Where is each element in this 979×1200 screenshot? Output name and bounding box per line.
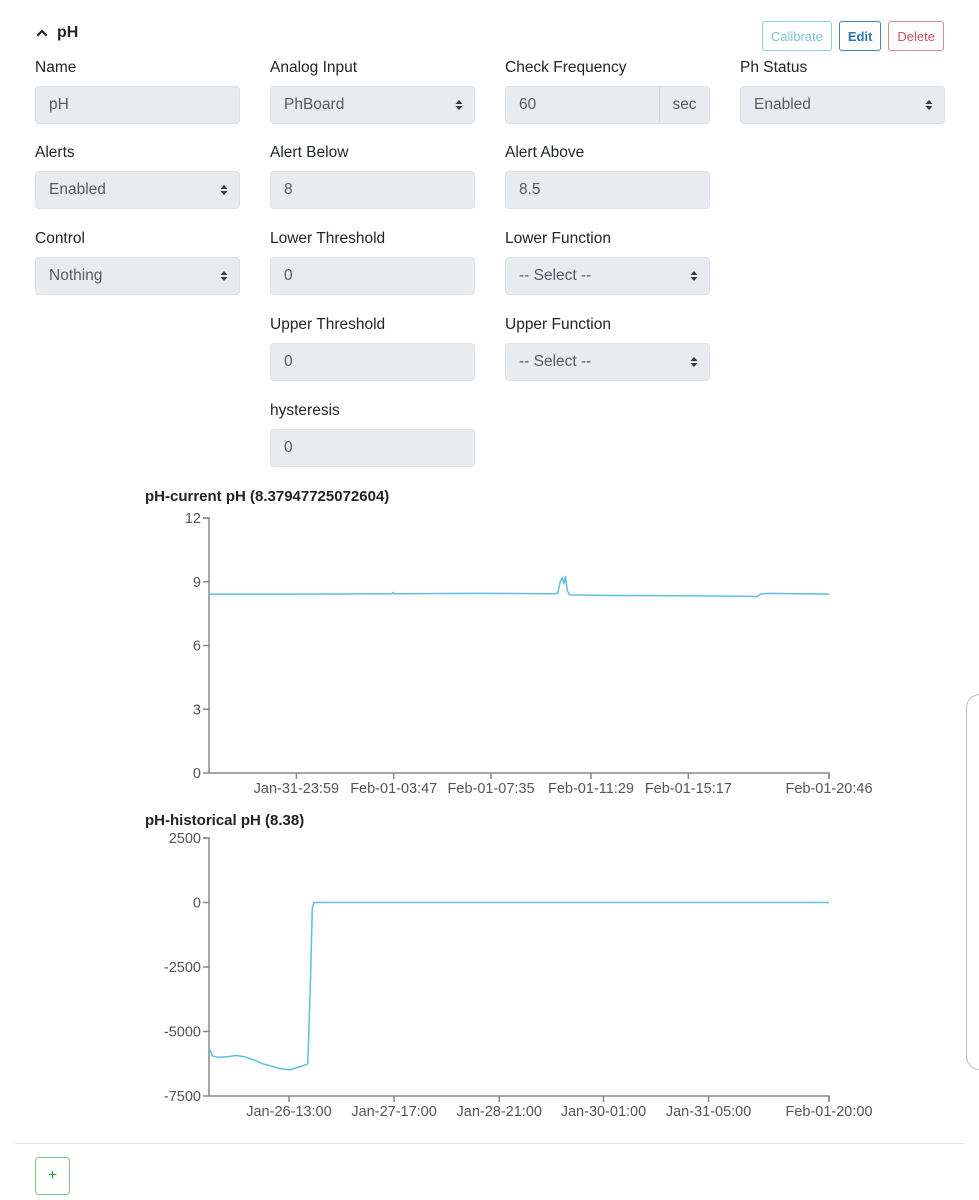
historical-ph-x-tick-label: Jan-31-05:00	[666, 1104, 751, 1120]
section-divider	[15, 1143, 964, 1144]
side-panel-edge[interactable]	[966, 694, 979, 1070]
historical-ph-x-axis	[209, 1095, 830, 1102]
historical-ph-series-line	[208, 901, 829, 1071]
historical-ph-chart: -7500 -5000 -2500 0 2500 Jan-26-13:00 Jan-27-1…	[164, 831, 873, 1120]
historical-ph-x-tick-label: Jan-26-13:00	[246, 1104, 331, 1120]
historical-ph-y-tick-label: -2500	[164, 960, 201, 976]
historical-ph-x-tick-label: Feb-01-20:00	[785, 1104, 872, 1120]
historical-ph-y-tick-label: -5000	[164, 1025, 201, 1041]
historical-ph-y-tick-label: 2500	[169, 831, 201, 847]
historical-ph-x-tick-label: Jan-28-21:00	[457, 1104, 542, 1120]
historical-ph-y-tick-label: -7500	[164, 1089, 201, 1105]
historical-ph-y-tick-label: 0	[193, 896, 201, 912]
historical-ph-x-tick-label: Jan-27-17:00	[351, 1104, 436, 1120]
historical-ph-x-tick-label: Jan-30-01:00	[561, 1104, 646, 1120]
add-button[interactable]: +	[35, 1157, 70, 1195]
